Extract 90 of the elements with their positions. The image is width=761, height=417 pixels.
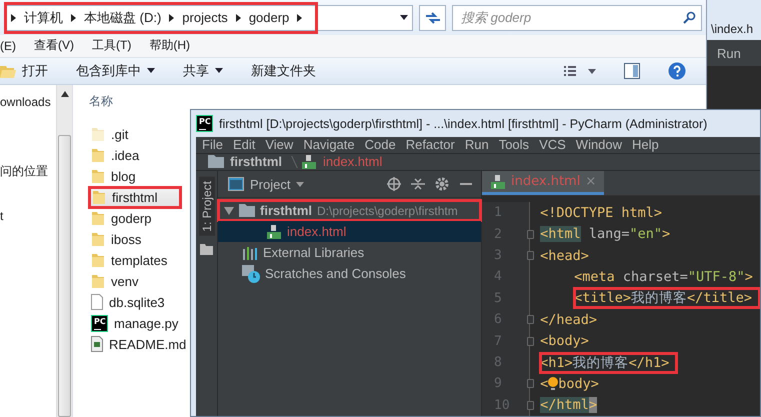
fold-marker-icon[interactable] xyxy=(527,379,534,388)
scrollbar[interactable] xyxy=(56,84,72,417)
pycharm-logo-icon: PC xyxy=(91,314,108,332)
fold-marker-icon[interactable] xyxy=(527,336,534,346)
menu-item[interactable]: File xyxy=(202,137,223,152)
settings-icon[interactable] xyxy=(435,177,449,192)
pycharm-logo-icon: PC xyxy=(196,115,213,132)
menu-item[interactable]: 工具(T) xyxy=(92,37,132,54)
menu-item[interactable]: View xyxy=(265,137,294,152)
collapse-all-icon[interactable] xyxy=(411,177,425,192)
search-field[interactable]: 搜索 goderp xyxy=(452,4,702,31)
fold-marker-icon[interactable] xyxy=(527,315,534,324)
file-icon xyxy=(91,294,103,310)
tree-item[interactable]: firsthtml D:\projects\goderp\firsthtm xyxy=(218,200,481,222)
explorer-entry[interactable]: venv xyxy=(89,270,181,292)
crosshair-icon[interactable] xyxy=(387,177,401,192)
menu-item[interactable]: Tools xyxy=(498,137,530,152)
window-title: firsthtml [D:\projects\goderp\firsthtml] - ...\index.html [firsthtml] - PyCharm (Administrator) xyxy=(219,116,708,130)
menu-item[interactable]: 帮助(H) xyxy=(149,37,190,54)
explorer-entry[interactable]: db.sqlite3 xyxy=(89,292,181,313)
menu-item[interactable]: Refactor xyxy=(406,137,455,152)
explorer-entry[interactable]: README.md xyxy=(89,334,188,355)
html-file-icon xyxy=(266,224,282,240)
scroll-up-arrow-icon[interactable] xyxy=(60,90,68,97)
code-line: < body> xyxy=(540,374,599,394)
library-icon xyxy=(242,246,258,260)
menu-item[interactable]: VCS xyxy=(539,137,566,152)
folder-icon xyxy=(239,204,255,218)
code-line: </html> xyxy=(540,396,597,416)
scratch-clock-icon xyxy=(242,264,260,283)
tree-item[interactable]: index.html xyxy=(218,221,481,242)
html-file-icon xyxy=(301,154,317,170)
toolbar-button[interactable]: 共享 xyxy=(183,62,223,80)
window-title: \index.h xyxy=(711,22,754,36)
document-icon xyxy=(91,336,103,352)
code-line: <body> xyxy=(540,332,589,352)
menu-item[interactable]: (E) xyxy=(0,38,16,53)
address-path[interactable]: 计算机 本地磁盘 (D:) projects goderp xyxy=(5,2,317,33)
refresh-button[interactable] xyxy=(419,4,446,31)
project-tool-tab[interactable]: 1: Project xyxy=(198,177,214,236)
menu-item[interactable]: Run xyxy=(464,137,489,152)
column-header[interactable]: 名称 xyxy=(89,92,706,113)
menu-item[interactable]: Navigate xyxy=(303,137,355,152)
toolbar-button[interactable]: 包含到库中 xyxy=(76,62,155,80)
fold-marker-icon[interactable] xyxy=(527,251,534,260)
help-icon[interactable] xyxy=(668,62,686,80)
fold-marker-icon[interactable] xyxy=(527,400,534,410)
nav-item[interactable]: t xyxy=(0,204,4,228)
explorer-entry[interactable]: .idea xyxy=(89,144,181,166)
code-line: <html lang="en"> xyxy=(540,225,670,244)
explorer-entry[interactable]: goderp xyxy=(89,208,181,229)
explorer-entry[interactable]: blog xyxy=(89,166,181,187)
explorer-entry[interactable]: firsthtml xyxy=(89,186,181,208)
nav-item[interactable]: ownloads xyxy=(0,90,51,114)
toolbar-button[interactable]: 打开 xyxy=(0,62,48,80)
menu-item[interactable]: Edit xyxy=(232,137,256,152)
view-options-icon[interactable] xyxy=(564,64,596,77)
explorer-entry[interactable]: iboss xyxy=(89,228,181,250)
refresh-icon xyxy=(424,10,442,25)
code-line: </head> xyxy=(540,310,597,330)
tree-item[interactable]: External Libraries xyxy=(218,242,481,264)
fold-marker-icon[interactable] xyxy=(527,230,534,239)
explorer-entry[interactable]: PC manage.py xyxy=(89,312,181,334)
dropdown-arrow-icon[interactable] xyxy=(400,15,408,20)
search-icon[interactable] xyxy=(683,10,696,24)
toolbar-button[interactable]: 新建文件夹 xyxy=(251,62,316,80)
preview-pane-icon[interactable] xyxy=(624,62,640,79)
folder-icon xyxy=(208,155,224,168)
menu-item[interactable]: Window xyxy=(576,137,622,152)
code-line: <!DOCTYPE html> xyxy=(540,204,662,223)
menu-item[interactable]: Code xyxy=(364,137,396,152)
html-file-icon xyxy=(490,174,506,190)
folder-icon xyxy=(200,244,213,255)
project-view-icon xyxy=(228,177,244,192)
breadcrumb-item[interactable]: firsthtml xyxy=(230,154,282,170)
tree-item[interactable]: Scratches and Consoles xyxy=(218,263,481,284)
nav-item[interactable]: 问的位置 xyxy=(0,160,48,183)
expanded-arrow-icon[interactable] xyxy=(224,206,234,216)
menu-item[interactable]: Help xyxy=(632,137,659,152)
explorer-entry[interactable]: templates xyxy=(89,250,181,271)
lightbulb-icon[interactable] xyxy=(548,376,558,392)
folder-icon xyxy=(0,64,16,78)
menu-item[interactable]: 查看(V) xyxy=(34,37,74,54)
code-line: <head> xyxy=(540,246,589,266)
address-bar[interactable]: 计算机 本地磁盘 (D:) projects goderp xyxy=(4,4,414,31)
panel-title[interactable]: Project xyxy=(250,176,290,192)
explorer-entry[interactable]: .git xyxy=(89,124,181,145)
code-line: <meta charset="UTF-8"> xyxy=(574,268,753,287)
code-line: <h1>我的博客</h1> xyxy=(540,352,678,373)
code-line: <title>我的博客</title> xyxy=(574,288,760,308)
